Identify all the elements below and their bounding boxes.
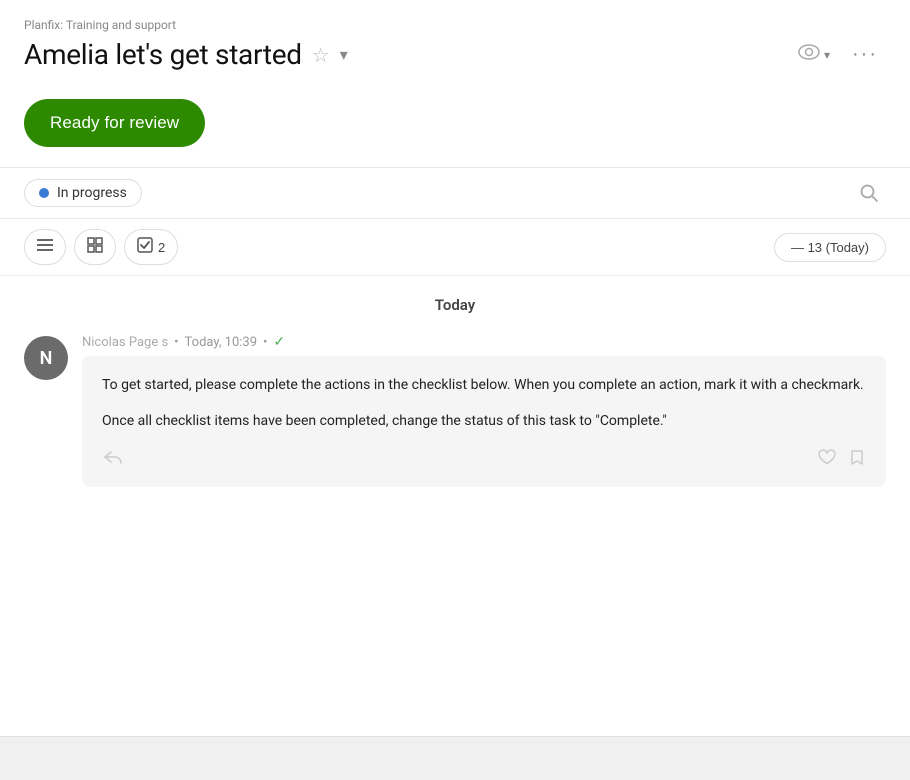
message-actions [102, 443, 866, 473]
table-view-button[interactable] [74, 229, 116, 265]
ready-for-review-button[interactable]: Ready for review [24, 99, 205, 147]
toolbar-left: 2 [24, 229, 178, 265]
feed-author: Nicolas Page s [82, 335, 168, 350]
checklist-count: 2 [158, 240, 165, 255]
toolbar-right: — 13 (Today) [774, 233, 886, 262]
eye-icon [798, 43, 820, 66]
reaction-buttons [816, 447, 866, 473]
feed-separator2: • [263, 335, 267, 350]
watch-chevron-icon: ▾ [824, 48, 830, 62]
checklist-button[interactable]: 2 [124, 229, 178, 265]
dropdown-chevron-icon[interactable]: ▾ [340, 45, 348, 64]
message-line1: To get started, please complete the acti… [102, 374, 866, 396]
star-icon[interactable]: ☆ [312, 43, 330, 67]
table-icon [87, 237, 103, 258]
feed-item: N Nicolas Page s • Today, 10:39 • ✓ To g… [24, 334, 886, 487]
bookmark-button[interactable] [848, 447, 866, 473]
review-section: Ready for review [0, 81, 910, 157]
date-filter-button[interactable]: — 13 (Today) [774, 233, 886, 262]
feed-content: Nicolas Page s • Today, 10:39 • ✓ To get… [82, 334, 886, 487]
feed-separator: • [174, 335, 178, 350]
list-view-button[interactable] [24, 229, 66, 265]
feed: Today N Nicolas Page s • Today, 10:39 • … [0, 276, 910, 507]
header: Planfix: Training and support Amelia let… [0, 0, 910, 81]
message-bubble: To get started, please complete the acti… [82, 356, 886, 487]
status-bar: In progress [0, 167, 910, 219]
reply-button[interactable] [102, 448, 124, 471]
more-options-button[interactable]: ··· [844, 39, 886, 70]
feed-timestamp: Today, 10:39 [185, 335, 257, 350]
page-title: Amelia let's get started [24, 38, 302, 71]
avatar: N [24, 336, 68, 380]
toolbar: 2 — 13 (Today) [0, 219, 910, 276]
status-badge[interactable]: In progress [24, 179, 142, 207]
bottom-bar [0, 736, 910, 780]
feed-date-label: Today [24, 296, 886, 314]
title-left: Amelia let's get started ☆ ▾ [24, 38, 348, 71]
like-button[interactable] [816, 447, 838, 473]
status-label: In progress [57, 185, 127, 201]
search-button[interactable] [852, 176, 886, 210]
list-icon [37, 238, 53, 257]
checklist-icon [137, 237, 153, 258]
status-dot [39, 188, 49, 198]
page-container: Planfix: Training and support Amelia let… [0, 0, 910, 780]
message-line2: Once all checklist items have been compl… [102, 410, 866, 432]
read-checkmark-icon: ✓ [273, 334, 285, 350]
title-right: ▾ ··· [792, 39, 886, 70]
watch-button[interactable]: ▾ [792, 39, 836, 70]
breadcrumb: Planfix: Training and support [24, 18, 886, 32]
title-row: Amelia let's get started ☆ ▾ ▾ ··· [24, 38, 886, 71]
feed-meta: Nicolas Page s • Today, 10:39 • ✓ [82, 334, 886, 350]
